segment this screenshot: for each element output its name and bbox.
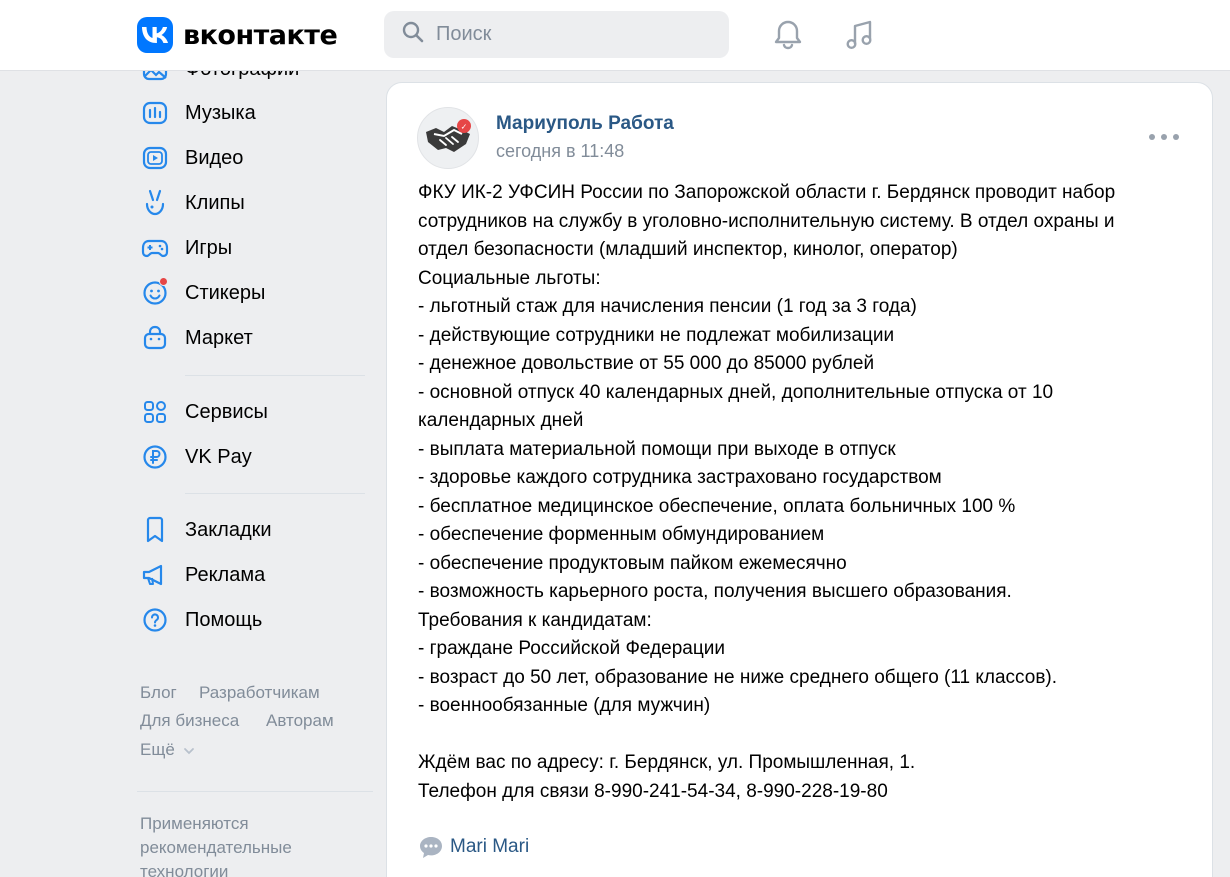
- post-text: ФКУ ИК-2 УФСИН России по Запорожской обл…: [418, 182, 1116, 802]
- chevron-down-icon: [183, 748, 194, 755]
- music-player-icon[interactable]: [841, 17, 877, 53]
- services-icon: [137, 394, 173, 430]
- post-card: ✓ Мариуполь Работа сегодня в 11:48 ФКУ И…: [386, 82, 1213, 877]
- top-header: вконтакте: [0, 0, 1230, 71]
- help-icon: [137, 602, 173, 638]
- more-dot-icon: [1161, 134, 1167, 140]
- clips-icon: [137, 185, 173, 221]
- sidebar-divider: [185, 375, 365, 376]
- sidebar-item-video[interactable]: Видео: [137, 138, 367, 178]
- sidebar-item-label: Музыка: [185, 101, 256, 124]
- sidebar-item-bookmarks[interactable]: Закладки: [137, 510, 367, 550]
- sidebar-item-clips[interactable]: Клипы: [137, 183, 367, 223]
- footer-link-developers[interactable]: Разработчикам: [199, 683, 320, 703]
- footer-link-business[interactable]: Для бизнеса: [140, 711, 239, 731]
- post-author-link[interactable]: Мариуполь Работа: [496, 113, 674, 135]
- sidebar-item-market[interactable]: Маркет: [137, 318, 367, 358]
- speech-bubble-icon: [420, 837, 442, 858]
- bookmark-icon: [137, 512, 173, 548]
- market-icon: [137, 320, 173, 356]
- post-timestamp[interactable]: сегодня в 11:48: [496, 141, 624, 162]
- notification-dot: [159, 277, 168, 286]
- sidebar-item-label: Сервисы: [185, 400, 268, 423]
- footer-link-authors[interactable]: Авторам: [266, 711, 334, 731]
- notifications-bell-icon[interactable]: [770, 17, 806, 53]
- sidebar-item-services[interactable]: Сервисы: [137, 392, 367, 432]
- sidebar-item-label: Стикеры: [185, 281, 266, 304]
- sidebar-divider: [137, 791, 373, 792]
- sidebar-divider: [185, 493, 365, 494]
- music-icon: [137, 95, 173, 131]
- sidebar-item-label: Закладки: [185, 518, 272, 541]
- sidebar-item-help[interactable]: Помощь: [137, 600, 367, 640]
- sidebar-item-games[interactable]: Игры: [137, 228, 367, 268]
- sidebar-item-music[interactable]: Музыка: [137, 93, 367, 133]
- sidebar-item-label: Реклама: [185, 563, 266, 586]
- sidebar-item-label: Помощь: [185, 608, 263, 631]
- sidebar-item-vkpay[interactable]: VK Pay: [137, 437, 367, 477]
- footer-link-more[interactable]: Ещё: [140, 740, 195, 760]
- footer-link-blog[interactable]: Блог: [140, 683, 177, 703]
- more-dot-icon: [1173, 134, 1179, 140]
- signature-author-link: Mari Mari: [450, 836, 530, 857]
- gamepad-icon: [137, 230, 173, 266]
- sidebar-item-label: Клипы: [185, 191, 245, 214]
- vk-logo-icon: [137, 17, 173, 53]
- vk-logo[interactable]: вконтакте: [137, 17, 338, 53]
- recommendation-note: Применяются рекомендательные технологии: [140, 814, 292, 877]
- post-more-options-button[interactable]: [1149, 127, 1179, 147]
- megaphone-icon: [137, 557, 173, 593]
- sidebar-item-label: Видео: [185, 146, 244, 169]
- search-input[interactable]: [436, 23, 716, 46]
- search-icon: [402, 21, 424, 48]
- svg-text:✓: ✓: [461, 123, 468, 132]
- sidebar-item-stickers[interactable]: Стикеры: [137, 273, 367, 313]
- post-signature[interactable]: Mari Mari: [418, 835, 529, 859]
- more-dot-icon: [1149, 134, 1155, 140]
- sidebar-item-ads[interactable]: Реклама: [137, 555, 367, 595]
- handshake-icon: ✓: [426, 119, 471, 152]
- search-box[interactable]: [384, 11, 729, 58]
- community-avatar[interactable]: ✓: [417, 107, 479, 169]
- logo-text: вконтакте: [183, 19, 338, 51]
- footer-more-label: Ещё: [140, 740, 175, 759]
- vkpay-icon: [137, 439, 173, 475]
- video-icon: [137, 140, 173, 176]
- sidebar-item-label: Игры: [185, 236, 233, 259]
- sidebar-item-label: VK Pay: [185, 445, 252, 468]
- sidebar-item-label: Маркет: [185, 326, 253, 349]
- sticker-icon: [137, 275, 173, 311]
